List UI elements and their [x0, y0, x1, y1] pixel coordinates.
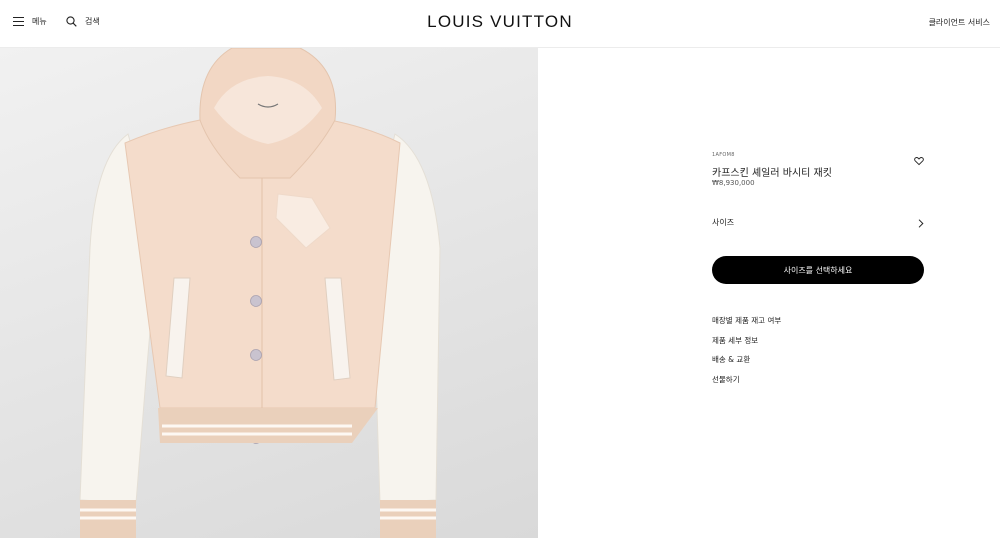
brand-logo[interactable]: LOUIS VUITTON [0, 12, 1000, 32]
size-label: 사이즈 [712, 217, 735, 227]
size-selector[interactable]: 사이즈 [712, 216, 924, 228]
product-links: 매장별 제품 재고 여부 제품 세부 정보 배송 & 교환 선물하기 [712, 315, 781, 393]
product-price: ₩8,930,000 [712, 179, 755, 187]
varsity-jacket-image [79, 48, 441, 538]
select-size-button[interactable]: 사이즈를 선택하세요 [712, 256, 924, 284]
site-header: 메뉴 검색 LOUIS VUITTON 클라이언트 서비스 [0, 0, 1000, 48]
gift-link[interactable]: 선물하기 [712, 374, 781, 394]
heart-icon[interactable] [914, 151, 924, 166]
shipping-exchange-link[interactable]: 배송 & 교환 [712, 354, 781, 374]
product-sku: 1AFOM8 [712, 152, 735, 158]
product-details-link[interactable]: 제품 세부 정보 [712, 335, 781, 355]
chevron-right-icon [918, 213, 924, 232]
client-service-link[interactable]: 클라이언트 서비스 [929, 17, 990, 28]
product-details: 1AFOM8 카프스킨 셰일러 바시티 재킷 ₩8,930,000 사이즈 사이… [538, 48, 1000, 538]
product-image [0, 48, 538, 538]
product-name: 카프스킨 셰일러 바시티 재킷 [712, 168, 832, 179]
store-stock-link[interactable]: 매장별 제품 재고 여부 [712, 315, 781, 335]
